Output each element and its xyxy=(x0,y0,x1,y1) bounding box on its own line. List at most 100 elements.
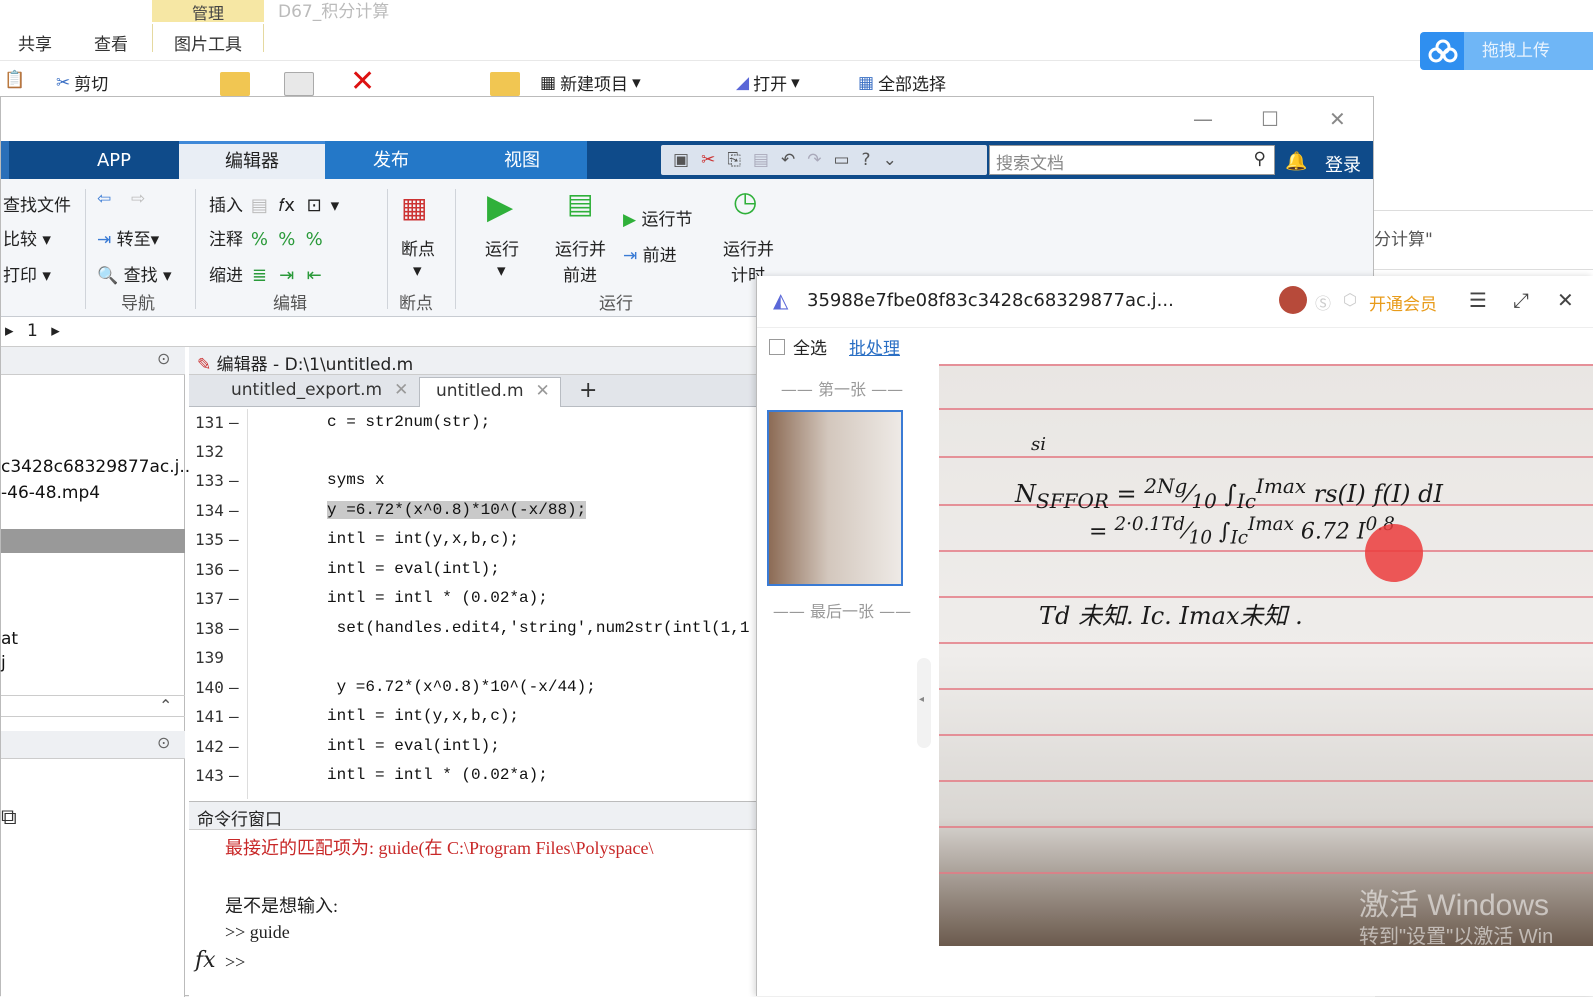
decrease-indent-icon[interactable]: ⇤ xyxy=(303,265,325,287)
details-bar[interactable]: ⌃ xyxy=(1,695,185,717)
cut-button[interactable]: ✂ 剪切 xyxy=(56,70,108,96)
run-section-button[interactable]: ▶ 运行节 xyxy=(623,205,692,230)
copy-icon[interactable]: ⎘ xyxy=(727,150,741,170)
save-icon[interactable]: ▣ xyxy=(673,150,689,170)
collapse-handle[interactable]: ◂ xyxy=(917,658,931,748)
file-item[interactable]: at xyxy=(1,629,18,649)
help-icon[interactable]: ? xyxy=(862,150,871,170)
collapse-icon[interactable]: ⌃ xyxy=(159,696,172,715)
new-folder-icon[interactable] xyxy=(490,72,520,96)
cmd-prompt[interactable]: >> xyxy=(225,952,245,973)
variable-icon[interactable]: ⧉ xyxy=(1,805,17,830)
expand-icon[interactable]: ⌄ xyxy=(883,150,897,170)
advance-button[interactable]: ⇥ 前进 xyxy=(623,241,677,266)
back-arrow-icon[interactable]: ⇦ xyxy=(97,189,111,209)
compare-button[interactable]: 比较 ▾ xyxy=(3,225,51,250)
comment-button[interactable]: 注释 % % % xyxy=(209,225,325,251)
delete-icon[interactable]: ✕ xyxy=(350,64,375,99)
file-item[interactable]: -46-48.mp4 xyxy=(1,483,100,503)
ribbon-separator xyxy=(387,189,388,309)
context-tab-manage[interactable]: 管理 xyxy=(152,0,264,23)
window-icon[interactable]: ▭ xyxy=(833,150,849,170)
fx-icon[interactable]: fx xyxy=(195,948,216,973)
insert-button[interactable]: 插入 ▤ 𝑓x ⊡ ▾ xyxy=(209,191,339,217)
coin-icon[interactable]: Ⓢ xyxy=(1315,290,1331,314)
upload-button[interactable]: 拖拽上传 xyxy=(1464,32,1593,70)
select-all-checkbox[interactable]: 全选 xyxy=(769,334,827,359)
wrap-comment-icon[interactable]: % xyxy=(303,229,325,251)
tab-view[interactable]: 视图 xyxy=(457,141,587,179)
forward-arrow-icon[interactable]: ⇨ xyxy=(131,189,145,209)
dropdown-icon[interactable]: ▾ xyxy=(413,261,422,281)
bell-icon[interactable]: 🔔 xyxy=(1285,151,1307,172)
redo-icon[interactable]: ↷ xyxy=(807,150,821,170)
copy-icon[interactable] xyxy=(284,72,314,96)
new-tab-button[interactable]: + xyxy=(569,375,607,405)
dropdown-icon: ▾ xyxy=(162,266,172,286)
indent-button[interactable]: 缩进 ≣ ⇥ ⇤ xyxy=(209,261,325,287)
tab-app[interactable]: APP xyxy=(71,141,157,179)
undo-icon[interactable]: ↶ xyxy=(781,150,795,170)
explorer-side-text: 分计算" xyxy=(1374,230,1433,250)
find-button[interactable]: 🔍 查找 ▾ xyxy=(97,261,172,286)
close-icon[interactable]: ✕ xyxy=(1557,288,1574,312)
increase-indent-icon[interactable]: ⇥ xyxy=(276,265,298,287)
vip-button[interactable]: 开通会员 xyxy=(1369,290,1437,315)
run-advance-label[interactable]: 运行并 xyxy=(555,235,606,260)
run-time-label[interactable]: 运行并 xyxy=(723,235,774,260)
panel-menu-icon[interactable]: ⊙ xyxy=(157,349,170,368)
scissors-icon: ✂ xyxy=(56,72,71,93)
search-docs-input[interactable]: 搜索文档 ⚲ xyxy=(989,145,1275,175)
workspace-header: ⊙ xyxy=(1,731,185,759)
window-titlebar: — ☐ ✕ xyxy=(1,97,1373,141)
clipboard-icon[interactable]: 📋 xyxy=(4,70,25,90)
panel-menu-icon[interactable]: ⊙ xyxy=(157,733,170,752)
run-button[interactable]: 运行 xyxy=(485,235,519,260)
run-time-icon[interactable]: ◷ xyxy=(733,185,757,218)
dropdown-icon[interactable]: ▾ xyxy=(497,261,506,281)
uncomment-icon[interactable]: % xyxy=(276,229,298,251)
goto-button[interactable]: ⇥ 转至▾ xyxy=(97,225,159,250)
thumbnail-item[interactable] xyxy=(767,410,903,586)
print-button[interactable]: 打印 ▾ xyxy=(3,261,51,286)
run-icon[interactable]: ▶ xyxy=(487,187,513,227)
cloud-upload[interactable]: 拖拽上传 xyxy=(1420,32,1593,70)
close-tab-icon[interactable]: ✕ xyxy=(536,381,550,401)
tab-untitled-export[interactable]: untitled_export.m ✕ xyxy=(201,377,418,407)
run-advance-icon[interactable]: ▤ xyxy=(567,187,593,220)
image-display[interactable]: si NSFFOR = 2Ng⁄10 ∫IcImax rs(I) f(I) dI… xyxy=(939,364,1593,946)
close-tab-icon[interactable]: ✕ xyxy=(394,380,408,400)
open-button[interactable]: ◢ 打开 ▾ xyxy=(736,70,800,96)
paste-icon[interactable]: ▤ xyxy=(753,150,769,170)
file-item[interactable]: j xyxy=(1,653,6,673)
vip-shield-icon[interactable]: ⬡ xyxy=(1343,290,1357,309)
selected-row[interactable] xyxy=(1,529,185,553)
minimize-icon[interactable]: — xyxy=(1193,107,1213,131)
tab-picture-tools[interactable]: 图片工具 xyxy=(152,24,264,55)
tab-publish[interactable]: 发布 xyxy=(325,141,457,179)
tab-share[interactable]: 共享 xyxy=(18,30,52,55)
folder-icon[interactable] xyxy=(220,72,250,96)
avatar[interactable] xyxy=(1279,286,1307,314)
breakpoints-button[interactable]: 断点 xyxy=(401,235,435,260)
maximize-icon[interactable]: ☐ xyxy=(1261,107,1279,131)
tab-view[interactable]: 查看 xyxy=(94,30,128,55)
batch-link[interactable]: 批处理 xyxy=(849,334,900,359)
find-files-button[interactable]: 查找文件 xyxy=(3,191,71,216)
fullscreen-icon[interactable]: ⤢ xyxy=(1513,288,1529,312)
search-icon: ⚲ xyxy=(1253,149,1266,169)
select-all-button[interactable]: ▦ 全部选择 xyxy=(858,70,946,96)
new-item-button[interactable]: ▦ 新建项目 ▾ xyxy=(540,70,641,96)
panel-header: ⊙ xyxy=(1,347,185,375)
tab-editor[interactable]: 编辑器 xyxy=(179,141,325,179)
cut-icon[interactable]: ✂ xyxy=(701,150,715,170)
function-icon[interactable]: ⊡ xyxy=(303,195,325,217)
close-icon[interactable]: ✕ xyxy=(1329,107,1346,131)
file-item[interactable]: c3428c68329877ac.j... xyxy=(1,457,196,477)
breakpoints-icon[interactable]: ▦ xyxy=(401,191,427,224)
run-advance-label-2[interactable]: 前进 xyxy=(563,261,597,286)
fx-icon[interactable]: 𝑓x xyxy=(276,195,298,217)
menu-icon[interactable]: ☰ xyxy=(1469,288,1487,312)
tab-untitled[interactable]: untitled.m ✕ xyxy=(419,377,561,407)
login-button[interactable]: 登录 xyxy=(1325,151,1361,177)
